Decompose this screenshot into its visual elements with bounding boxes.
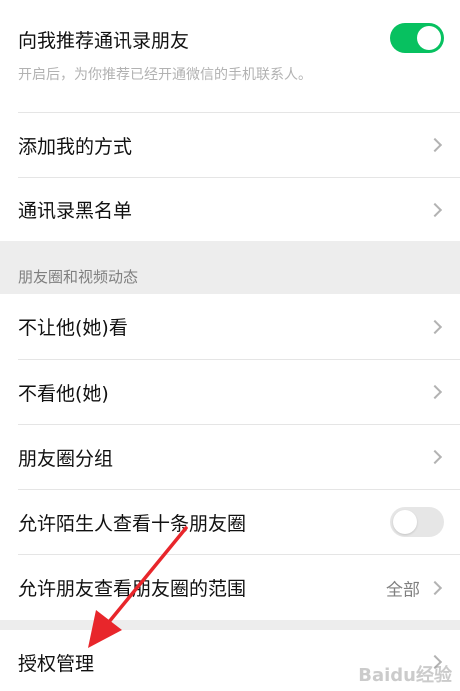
moments-groups-row[interactable]: 朋友圈分组	[0, 425, 460, 489]
add-me-methods-row[interactable]: 添加我的方式	[0, 113, 460, 177]
contacts-blacklist-row[interactable]: 通讯录黑名单	[0, 178, 460, 241]
moments-groups-label: 朋友圈分组	[18, 447, 114, 470]
privacy-settings-page: 向我推荐通讯录朋友 开启后，为你推荐已经开通微信的手机联系人。 添加我的方式 通…	[0, 0, 460, 691]
add-me-methods-label: 添加我的方式	[18, 135, 133, 158]
chevron-right-icon	[427, 580, 443, 595]
recommend-contacts-row: 向我推荐通讯录朋友	[0, 0, 460, 112]
chevron-right-icon	[427, 449, 443, 465]
chevron-right-icon	[427, 202, 443, 217]
allow-strangers-row: 允许陌生人查看十条朋友圈	[0, 490, 460, 554]
toggle-knob	[393, 510, 417, 534]
recommend-contacts-label: 向我推荐通讯录朋友	[18, 30, 190, 52]
hide-their-moments-label: 不看他(她)	[18, 382, 109, 405]
moments-settings-group: 不让他(她)看 不看他(她) 朋友圈分组 允许陌生人查看十条朋友圈 允许朋友查看…	[0, 294, 460, 620]
hide-my-moments-label: 不让他(她)看	[18, 317, 128, 339]
chevron-right-icon	[427, 137, 443, 153]
chevron-right-icon	[427, 384, 443, 400]
recommend-contacts-description: 开启后，为你推荐已经开通微信的手机联系人。	[18, 67, 312, 83]
visibility-range-value: 全部	[386, 580, 420, 600]
recommend-contacts-toggle[interactable]	[390, 23, 444, 53]
contacts-blacklist-label: 通讯录黑名单	[18, 200, 133, 222]
hide-my-moments-row[interactable]: 不让他(她)看	[0, 294, 460, 359]
moments-section-header: 朋友圈和视频动态	[18, 268, 139, 286]
visibility-range-label: 允许朋友查看朋友圈的范围	[18, 578, 247, 600]
baidu-watermark: Baidu经验	[358, 665, 452, 686]
authorization-label: 授权管理	[18, 652, 95, 675]
chevron-right-icon	[427, 319, 443, 334]
allow-strangers-label: 允许陌生人查看十条朋友圈	[18, 512, 247, 535]
visibility-range-row[interactable]: 允许朋友查看朋友圈的范围 全部	[0, 555, 460, 620]
toggle-knob	[417, 26, 441, 50]
contacts-settings-group: 向我推荐通讯录朋友 开启后，为你推荐已经开通微信的手机联系人。 添加我的方式 通…	[0, 0, 460, 241]
allow-strangers-toggle[interactable]	[390, 507, 444, 537]
hide-their-moments-row[interactable]: 不看他(她)	[0, 360, 460, 424]
